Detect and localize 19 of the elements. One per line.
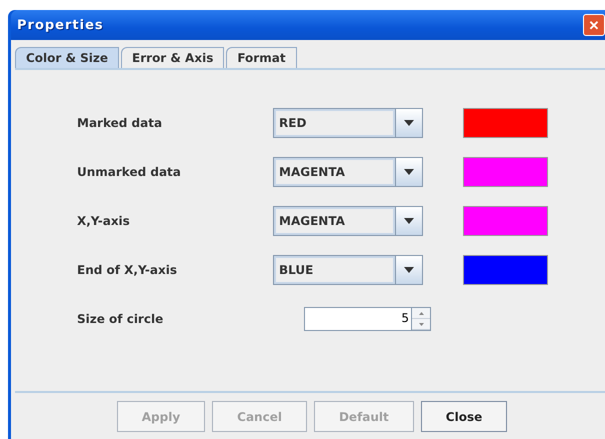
row-label: Unmarked data	[77, 165, 182, 179]
tab[interactable]: Format	[226, 47, 297, 68]
row-label: X,Y-axis	[77, 214, 131, 228]
color-dropdown[interactable]: MAGENTA	[273, 206, 423, 236]
color-dropdown[interactable]: RED	[273, 108, 423, 138]
close-button[interactable]: ✕	[583, 14, 605, 36]
caret-icon	[404, 218, 414, 224]
tab[interactable]: Error & Axis	[121, 47, 224, 68]
row-label: Marked data	[77, 116, 164, 130]
caret-icon	[404, 169, 414, 175]
color-dropdown[interactable]: MAGENTA	[273, 157, 423, 187]
row-label: Size of circle	[77, 312, 164, 326]
caret-icon	[404, 267, 414, 273]
tab[interactable]: Color & Size	[15, 47, 120, 68]
dialog-button[interactable]: Close	[420, 401, 508, 432]
caret-icon	[404, 120, 414, 126]
color-dropdown[interactable]: BLUE	[273, 255, 423, 285]
row-label: End of X,Y-axis	[77, 263, 178, 277]
window-title: Properties	[17, 18, 104, 32]
